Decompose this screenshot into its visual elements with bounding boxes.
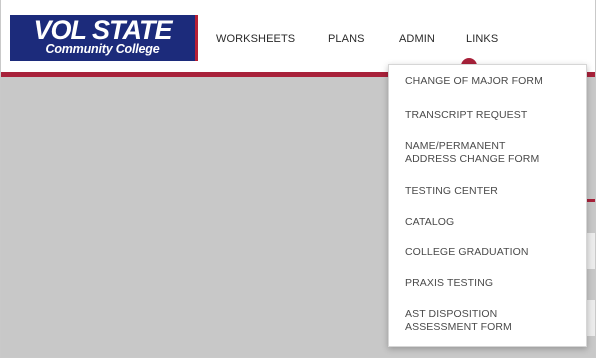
menu-item-label: TRANSCRIPT REQUEST	[405, 109, 528, 121]
logo-subtitle: Community College	[45, 42, 160, 56]
menu-item-label-line2: ADDRESS CHANGE FORM	[405, 153, 540, 165]
top-header: VOL STATE Community College WORKSHEETS P…	[1, 0, 595, 74]
nav-links[interactable]: LINKS	[466, 33, 498, 45]
menu-item-catalog[interactable]: CATALOG	[405, 216, 580, 229]
menu-item-label-line1: NAME/PERMANENT	[405, 140, 506, 152]
links-dropdown-menu: CHANGE OF MAJOR FORM TRANSCRIPT REQUEST …	[388, 64, 587, 347]
menu-item-praxis-testing[interactable]: PRAXIS TESTING	[405, 277, 580, 290]
vol-state-logo[interactable]: VOL STATE Community College	[10, 15, 198, 61]
menu-item-change-of-major-form[interactable]: CHANGE OF MAJOR FORM	[405, 75, 580, 88]
menu-item-label-line1: AST DISPOSITION	[405, 308, 498, 320]
nav-worksheets[interactable]: WORKSHEETS	[216, 33, 295, 45]
menu-item-college-graduation[interactable]: COLLEGE GRADUATION	[405, 246, 580, 259]
menu-item-testing-center[interactable]: TESTING CENTER	[405, 185, 580, 198]
menu-item-label: COLLEGE GRADUATION	[405, 246, 529, 258]
menu-item-label: TESTING CENTER	[405, 185, 498, 197]
background-accent-line	[586, 199, 595, 202]
logo-title: VOL STATE	[33, 15, 172, 45]
menu-item-ast-disposition-assessment-form[interactable]: AST DISPOSITION ASSESSMENT FORM	[405, 308, 580, 334]
nav-plans[interactable]: PLANS	[328, 33, 365, 45]
nav-admin[interactable]: ADMIN	[399, 33, 435, 45]
menu-item-name-address-change-form[interactable]: NAME/PERMANENT ADDRESS CHANGE FORM	[405, 140, 580, 166]
app-window: VOL STATE Community College WORKSHEETS P…	[0, 0, 596, 358]
menu-item-label-line2: ASSESSMENT FORM	[405, 321, 512, 333]
menu-item-transcript-request[interactable]: TRANSCRIPT REQUEST	[405, 109, 580, 122]
menu-item-label: CHANGE OF MAJOR FORM	[405, 75, 543, 87]
menu-item-label: PRAXIS TESTING	[405, 277, 494, 289]
menu-item-label: CATALOG	[405, 216, 455, 228]
